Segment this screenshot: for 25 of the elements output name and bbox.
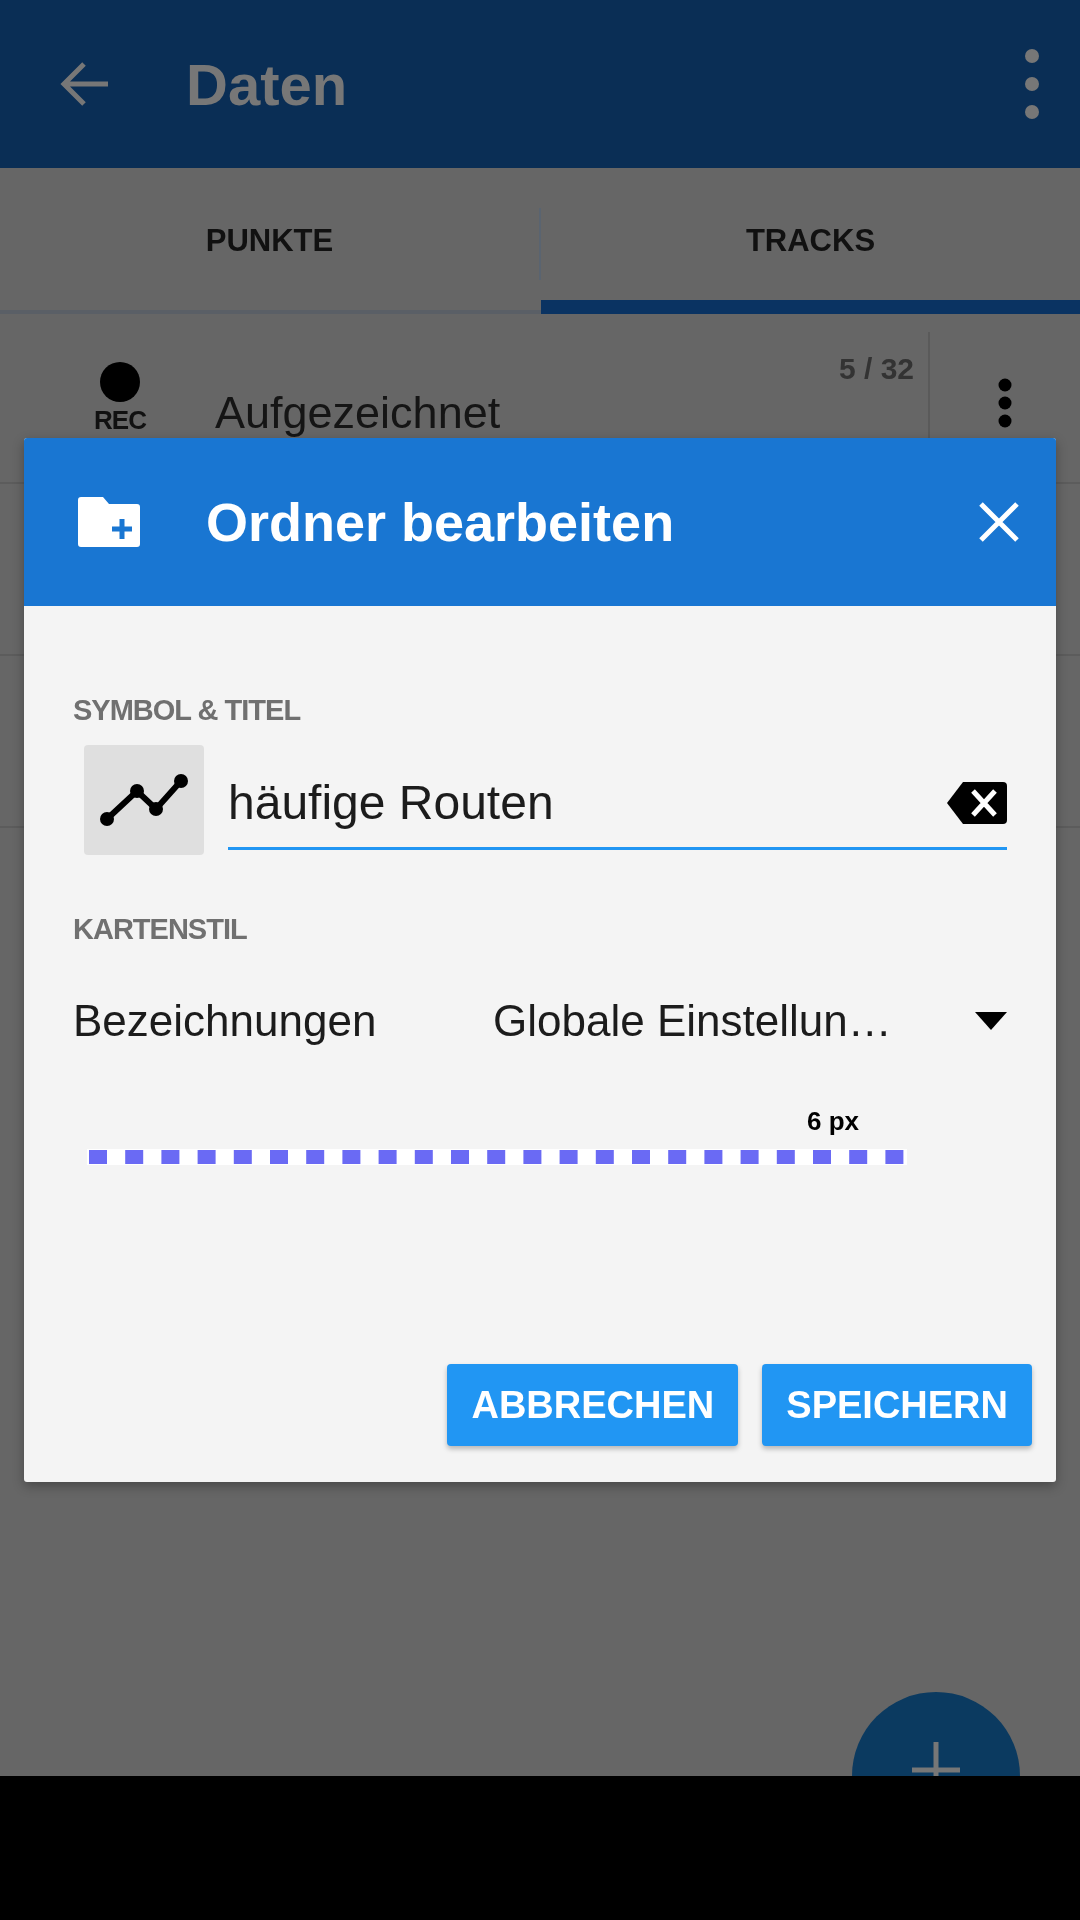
back-arrow-icon[interactable] xyxy=(58,60,110,108)
save-button[interactable]: SPEICHERN xyxy=(762,1364,1032,1446)
setting-label: Bezeichnungen xyxy=(73,996,378,1046)
name-field[interactable]: häufige Routen xyxy=(228,750,1007,850)
symbol-button[interactable] xyxy=(84,745,204,855)
screen-title: Daten xyxy=(186,50,349,118)
folder-plus-icon xyxy=(78,497,140,547)
more-options-icon[interactable] xyxy=(1024,48,1040,120)
dialog-title: Ordner bearbeiten xyxy=(206,491,676,553)
rec-label: REC xyxy=(94,404,146,436)
add-button[interactable] xyxy=(852,1692,1020,1776)
section-heading: SYMBOL & TITEL xyxy=(73,694,302,727)
labels-dropdown[interactable]: Globale Einstellun… xyxy=(493,996,1007,1046)
tab[interactable]: PUNKTE xyxy=(0,168,539,314)
cancel-button[interactable]: ABBRECHEN xyxy=(447,1364,739,1446)
dropdown-caret-icon xyxy=(975,1012,1007,1030)
tab[interactable]: TRACKS xyxy=(541,168,1080,314)
more-options-icon[interactable] xyxy=(998,378,1012,428)
record-dot-icon xyxy=(99,360,141,403)
line-chart-icon xyxy=(99,773,189,827)
clear-text-icon[interactable] xyxy=(947,781,1007,824)
close-icon[interactable] xyxy=(978,501,1020,543)
section-heading: KARTENSTIL xyxy=(73,913,248,946)
line-width-label: 6 px xyxy=(806,1106,859,1137)
folder-name[interactable]: Aufgezeichnet xyxy=(215,357,839,439)
